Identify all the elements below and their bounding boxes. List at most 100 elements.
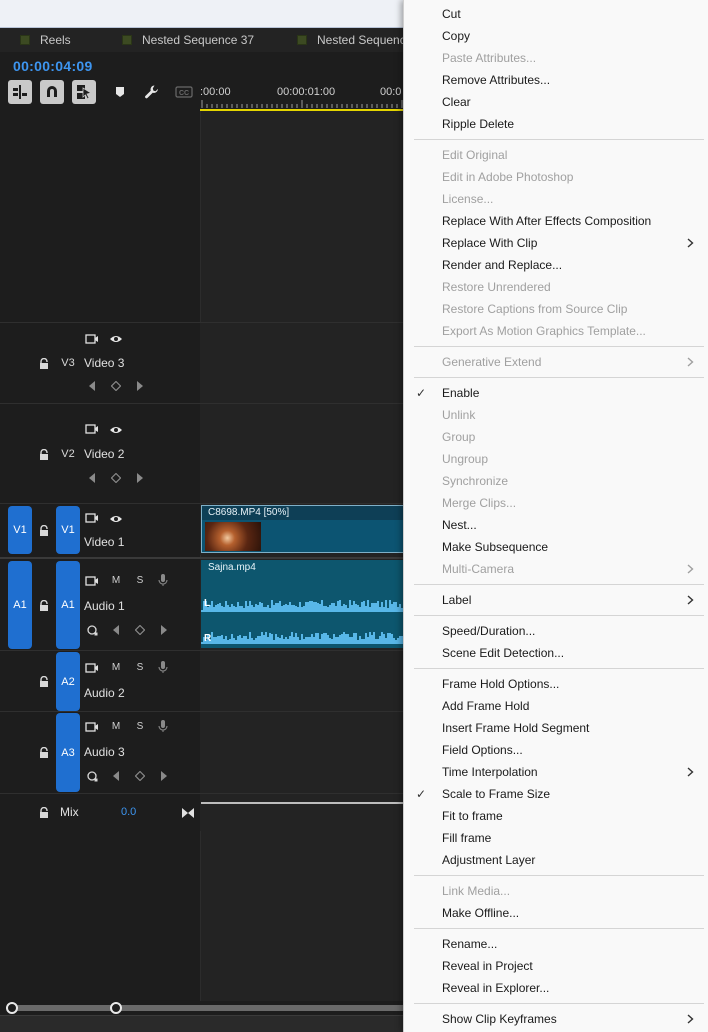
menu-item-make-subsequence[interactable]: Make Subsequence	[404, 536, 708, 558]
lock-icon[interactable]	[38, 357, 50, 369]
track-lane[interactable]	[200, 794, 411, 831]
source-patch-v1[interactable]: V1	[8, 506, 32, 554]
menu-item-time-interpolation[interactable]: Time Interpolation	[404, 761, 708, 783]
sync-lock-icon[interactable]	[85, 422, 99, 436]
timeline-tracks-area[interactable]	[200, 111, 410, 1001]
tab-nested-sequence[interactable]: Nested Sequence	[297, 28, 412, 52]
playhead-timecode[interactable]: 00:00:04:09	[13, 58, 93, 74]
menu-item-reveal-in-explorer[interactable]: Reveal in Explorer...	[404, 977, 708, 999]
add-marker-button[interactable]	[108, 80, 132, 104]
captions-button[interactable]: CC	[172, 80, 196, 104]
menu-item-add-frame-hold[interactable]: Add Frame Hold	[404, 695, 708, 717]
source-patch-a1[interactable]: A1	[8, 561, 32, 649]
track-lane[interactable]: C8698.MP4 [50%]	[200, 504, 411, 555]
next-keyframe-icon[interactable]	[157, 623, 171, 637]
track-lane[interactable]	[200, 323, 410, 403]
eye-icon[interactable]	[109, 332, 123, 346]
menu-item-show-clip-keyframes[interactable]: Show Clip Keyframes	[404, 1008, 708, 1030]
track-name[interactable]: Video 1	[84, 535, 124, 549]
lock-icon[interactable]	[38, 806, 50, 818]
timeline-settings-button[interactable]	[140, 80, 164, 104]
track-target-v1[interactable]: V1	[56, 506, 80, 554]
scrollbar-left-handle[interactable]	[6, 1002, 18, 1014]
track-lane[interactable]	[200, 712, 410, 793]
menu-item-fit-to-frame[interactable]: Fit to frame	[404, 805, 708, 827]
lock-icon[interactable]	[38, 448, 50, 460]
lock-icon[interactable]	[38, 746, 50, 758]
lock-icon[interactable]	[38, 524, 50, 536]
microphone-icon[interactable]	[156, 719, 170, 733]
track-name[interactable]: Video 3	[84, 356, 124, 370]
menu-item-insert-frame-hold-segment[interactable]: Insert Frame Hold Segment	[404, 717, 708, 739]
audio-clip[interactable]: Sajna.mp4 L R	[201, 560, 411, 648]
scrollbar-track[interactable]	[6, 1005, 410, 1011]
menu-item-rename[interactable]: Rename...	[404, 933, 708, 955]
eye-icon[interactable]	[109, 423, 123, 437]
menu-item-reveal-in-project[interactable]: Reveal in Project	[404, 955, 708, 977]
solo-button[interactable]: S	[134, 662, 146, 673]
menu-item-field-options[interactable]: Field Options...	[404, 739, 708, 761]
track-name[interactable]: Video 2	[84, 447, 124, 461]
linked-selection-button[interactable]	[72, 80, 96, 104]
menu-item-scale-to-frame-size[interactable]: ✓ Scale to Frame Size	[404, 783, 708, 805]
track-name[interactable]: Audio 2	[84, 686, 125, 700]
sync-lock-icon[interactable]	[85, 574, 99, 588]
sync-lock-icon[interactable]	[85, 720, 99, 734]
track-lane[interactable]	[200, 651, 410, 711]
microphone-icon[interactable]	[156, 573, 170, 587]
scrollbar-right-handle[interactable]	[110, 1002, 122, 1014]
eye-icon[interactable]	[109, 512, 123, 526]
add-keyframe-icon[interactable]	[133, 623, 147, 637]
next-keyframe-icon[interactable]	[133, 471, 147, 485]
add-keyframe-icon[interactable]	[109, 471, 123, 485]
menu-item-replace-with-clip[interactable]: Replace With Clip	[404, 232, 708, 254]
menu-item-replace-with-after-effects-composition[interactable]: Replace With After Effects Composition	[404, 210, 708, 232]
track-target-label[interactable]: V3	[56, 356, 80, 370]
next-keyframe-icon[interactable]	[133, 379, 147, 393]
volume-knob-icon[interactable]	[85, 769, 99, 783]
snap-button[interactable]	[40, 80, 64, 104]
prev-keyframe-icon[interactable]	[85, 379, 99, 393]
menu-item-enable[interactable]: ✓ Enable	[404, 382, 708, 404]
menu-item-speed-duration[interactable]: Speed/Duration...	[404, 620, 708, 642]
menu-item-label[interactable]: Label	[404, 589, 708, 611]
track-name[interactable]: Audio 1	[84, 599, 125, 613]
volume-knob-icon[interactable]	[85, 623, 99, 637]
menu-item-make-offline[interactable]: Make Offline...	[404, 902, 708, 924]
video-clip[interactable]: C8698.MP4 [50%]	[201, 505, 411, 553]
menu-item-fill-frame[interactable]: Fill frame	[404, 827, 708, 849]
add-keyframe-icon[interactable]	[109, 379, 123, 393]
menu-item-ripple-delete[interactable]: Ripple Delete	[404, 113, 708, 135]
menu-item-clear[interactable]: Clear	[404, 91, 708, 113]
track-target-a2[interactable]: A2	[56, 652, 80, 711]
track-target-label[interactable]: V2	[56, 447, 80, 461]
track-name[interactable]: Mix	[60, 805, 79, 819]
sync-lock-icon[interactable]	[85, 661, 99, 675]
tab-reels[interactable]: Reels	[20, 28, 71, 52]
prev-keyframe-icon[interactable]	[109, 769, 123, 783]
track-name[interactable]: Audio 3	[84, 745, 125, 759]
menu-item-adjustment-layer[interactable]: Adjustment Layer	[404, 849, 708, 871]
solo-button[interactable]: S	[134, 721, 146, 732]
mix-volume-value[interactable]: 0.0	[121, 806, 136, 818]
lock-icon[interactable]	[38, 599, 50, 611]
sync-lock-icon[interactable]	[85, 511, 99, 525]
go-to-end-icon[interactable]	[181, 806, 195, 820]
tab-nested-sequence-37[interactable]: Nested Sequence 37	[122, 28, 254, 52]
menu-item-render-and-replace[interactable]: Render and Replace...	[404, 254, 708, 276]
mute-button[interactable]: M	[110, 721, 122, 732]
timeline-zoom-scrollbar[interactable]	[0, 1001, 410, 1015]
track-target-a1[interactable]: A1	[56, 561, 80, 649]
insert-overwrite-sequences-button[interactable]	[8, 80, 32, 104]
add-keyframe-icon[interactable]	[133, 769, 147, 783]
track-lane[interactable]: Sajna.mp4 L R	[200, 559, 411, 650]
prev-keyframe-icon[interactable]	[109, 623, 123, 637]
mute-button[interactable]: M	[110, 575, 122, 586]
menu-item-nest[interactable]: Nest...	[404, 514, 708, 536]
lock-icon[interactable]	[38, 675, 50, 687]
menu-item-remove-attributes[interactable]: Remove Attributes...	[404, 69, 708, 91]
sync-lock-icon[interactable]	[85, 332, 99, 346]
next-keyframe-icon[interactable]	[157, 769, 171, 783]
menu-item-copy[interactable]: Copy	[404, 25, 708, 47]
mute-button[interactable]: M	[110, 662, 122, 673]
